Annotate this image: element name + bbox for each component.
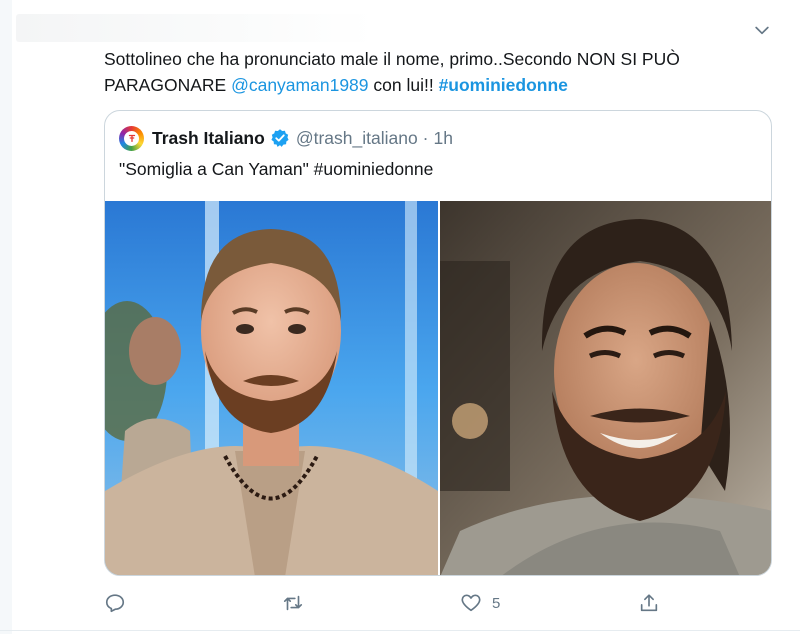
share-icon xyxy=(640,594,658,612)
chevron-down-icon[interactable] xyxy=(752,20,772,40)
mention-link[interactable]: @canyaman1989 xyxy=(231,75,368,95)
quoted-tweet-text: "Somiglia a Can Yaman" #uominiedonne xyxy=(119,159,434,179)
author-info-redacted xyxy=(16,14,376,42)
photo-left-illustration xyxy=(105,201,438,575)
quoted-media xyxy=(105,201,771,575)
reply-icon xyxy=(105,594,125,613)
hashtag-link[interactable]: #uominiedonne xyxy=(439,75,568,95)
quoted-author-name[interactable]: Trash Italiano xyxy=(152,128,265,149)
reply-button[interactable] xyxy=(104,586,136,620)
divider xyxy=(0,630,800,631)
tweet-actions: 5 xyxy=(104,586,664,620)
photo-right-illustration xyxy=(440,201,771,575)
heart-icon xyxy=(461,594,481,612)
like-button[interactable]: 5 xyxy=(460,586,500,620)
tweet-text-body: con lui!! xyxy=(368,75,439,95)
avatar[interactable] xyxy=(119,125,144,151)
timeline-gutter xyxy=(0,0,12,634)
retweet-icon xyxy=(283,595,303,611)
quoted-timestamp[interactable]: 1h xyxy=(434,128,453,149)
quoted-tweet[interactable]: Trash Italiano @trash_italiano · 1h "Som… xyxy=(104,110,772,576)
verified-badge-icon xyxy=(271,129,289,147)
share-button[interactable] xyxy=(638,586,670,620)
tweet-card: Sottolineo che ha pronunciato male il no… xyxy=(0,0,800,634)
like-count: 5 xyxy=(492,594,501,612)
quoted-tweet-header: Trash Italiano @trash_italiano · 1h xyxy=(119,125,453,151)
tweet-text: Sottolineo che ha pronunciato male il no… xyxy=(104,46,774,98)
trash-logo-icon xyxy=(128,134,135,142)
retweet-button[interactable] xyxy=(282,586,314,620)
photo-right[interactable] xyxy=(440,201,771,575)
separator-dot: · xyxy=(422,127,429,148)
quoted-author-handle[interactable]: @trash_italiano xyxy=(296,128,418,149)
photo-left[interactable] xyxy=(105,201,438,575)
